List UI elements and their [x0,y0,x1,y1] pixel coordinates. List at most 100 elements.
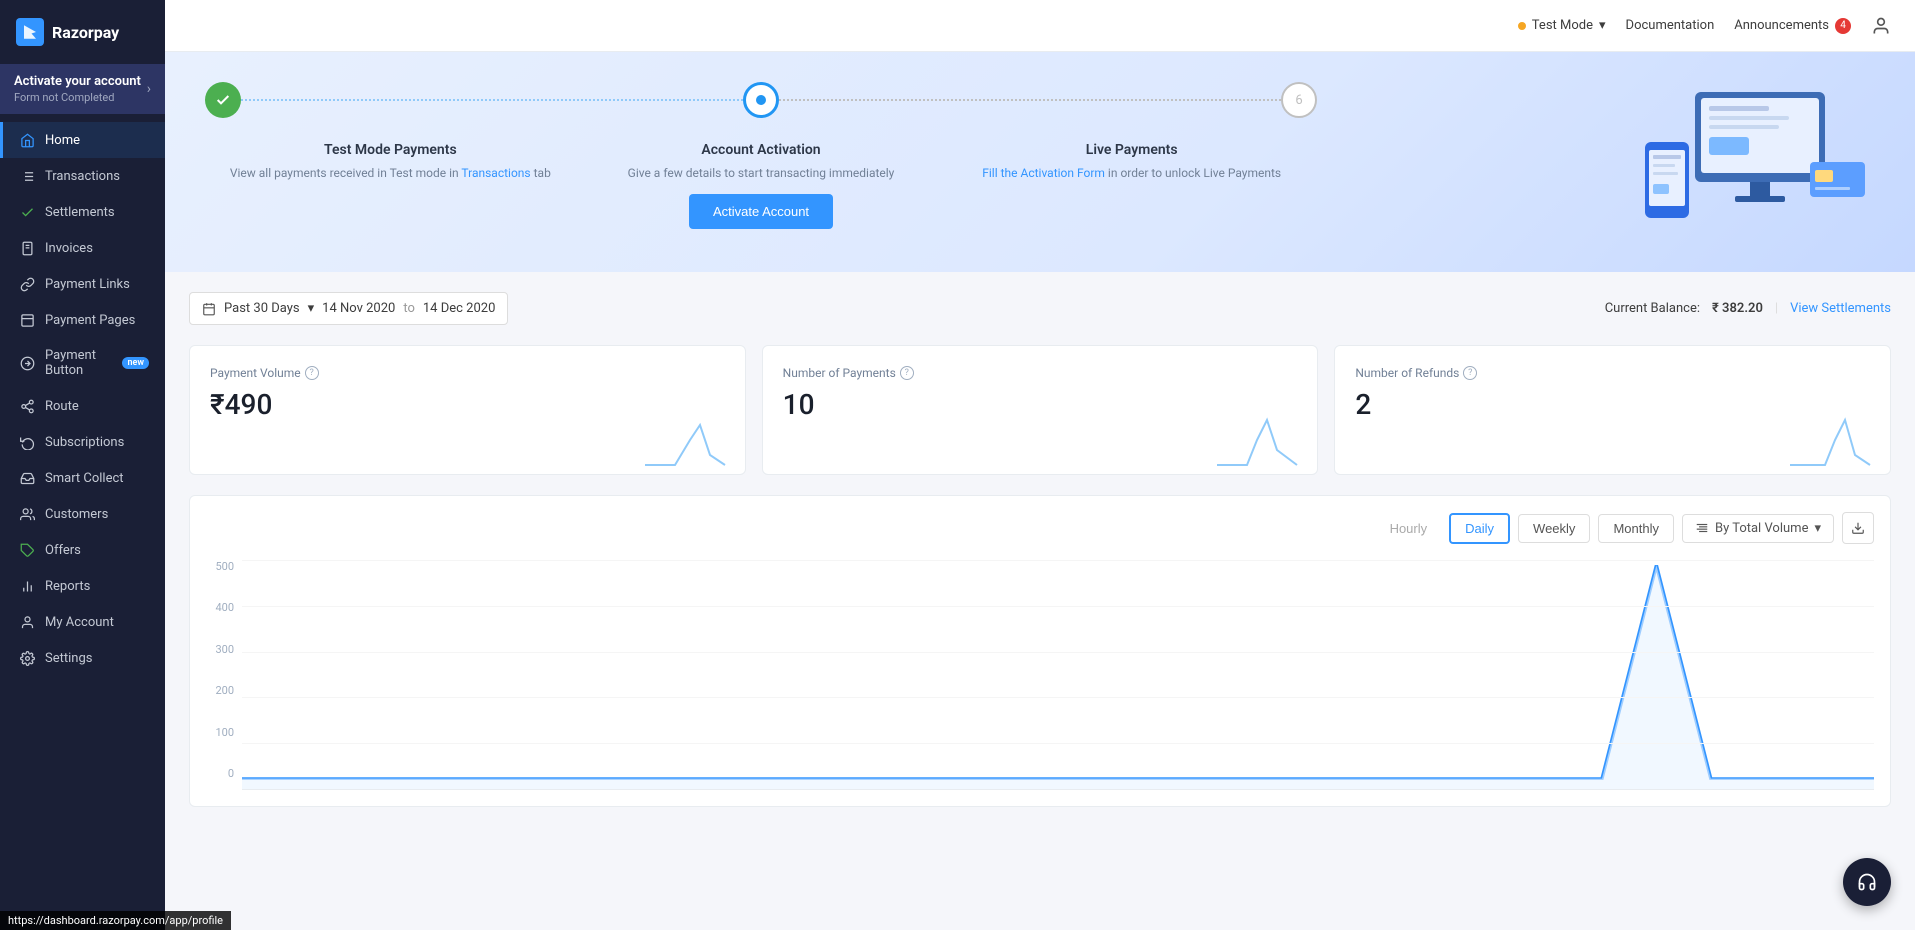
step3-title: Live Payments [946,142,1317,158]
activate-banner-arrow-icon: › [147,81,151,97]
home-icon [19,132,35,148]
download-button[interactable] [1842,512,1874,544]
activate-banner-title: Activate your account [14,74,141,89]
step3-description: Fill the Activation Form in order to unl… [946,164,1317,182]
chart-area [242,560,1874,790]
period-chevron: ▾ [308,301,315,316]
test-mode-label: Test Mode [1532,18,1593,33]
step1-description: View all payments received in Test mode … [205,164,576,182]
support-button[interactable] [1843,858,1891,906]
razorpay-logo-icon [16,18,44,46]
monthly-button[interactable]: Monthly [1598,514,1674,543]
sidebar-item-invoices-label: Invoices [45,241,93,256]
announcements-button[interactable]: Announcements 4 [1734,18,1851,34]
settings-icon [19,650,35,666]
status-bar: https://dashboard.razorpay.com/app/profi… [0,911,231,930]
test-mode-toggle[interactable]: Test Mode ▾ [1518,18,1606,33]
sidebar-item-smart-collect-label: Smart Collect [45,471,124,486]
sidebar-item-subscriptions-label: Subscriptions [45,435,124,450]
sidebar-item-customers[interactable]: Customers [0,496,165,532]
refunds-info-icon[interactable]: ? [1463,366,1477,380]
view-settlements-link[interactable]: View Settlements [1790,301,1891,316]
y-label-400: 400 [206,601,234,614]
sidebar-item-payment-pages[interactable]: Payment Pages [0,302,165,338]
topbar: Test Mode ▾ Documentation Announcements … [165,0,1915,52]
sidebar-item-home-label: Home [45,133,80,148]
sidebar-item-my-account[interactable]: My Account [0,604,165,640]
chart-svg [242,560,1874,789]
step1-title: Test Mode Payments [205,142,576,158]
sidebar: Razorpay Activate your account Form not … [0,0,165,930]
balance-info: Current Balance: ₹ 382.20 | View Settlem… [1605,301,1891,316]
sidebar-item-payment-links[interactable]: Payment Links [0,266,165,302]
sidebar-item-reports[interactable]: Reports [0,568,165,604]
invoices-icon [19,240,35,256]
number-of-payments-card: Number of Payments ? 10 [762,345,1319,475]
step3-label: Live Payments Fill the Activation Form i… [946,142,1317,229]
test-mode-chevron-icon: ▾ [1599,18,1606,33]
payments-info-icon[interactable]: ? [900,366,914,380]
hourly-button[interactable]: Hourly [1376,515,1442,542]
transactions-link[interactable]: Transactions [461,166,530,180]
download-icon [1851,521,1865,535]
step3-indicator: 6 [1281,82,1317,118]
payment-volume-mini-chart [645,410,725,474]
sidebar-item-settings[interactable]: Settings [0,640,165,676]
sidebar-item-route[interactable]: Route [0,388,165,424]
y-label-0: 0 [206,767,234,780]
sidebar-logo[interactable]: Razorpay [0,0,165,64]
date-filter[interactable]: Past 30 Days ▾ 14 Nov 2020 to 14 Dec 202… [189,292,508,325]
weekly-button[interactable]: Weekly [1518,514,1590,543]
smart-collect-icon [19,470,35,486]
chart-container: 500 400 300 200 100 0 [206,560,1874,790]
step1-indicator [205,82,241,118]
date-from: 14 Nov 2020 [322,301,395,316]
sidebar-item-transactions[interactable]: Transactions [0,158,165,194]
sidebar-item-smart-collect[interactable]: Smart Collect [0,460,165,496]
step2-title: Account Activation [576,142,947,158]
activate-account-button[interactable]: Activate Account [689,194,833,229]
step2-indicator [743,82,779,118]
content-area: 6 Test Mode Payments View all payments r… [165,52,1915,930]
user-icon [1871,16,1891,36]
reports-icon [19,578,35,594]
activate-banner[interactable]: Activate your account Form not Completed… [0,64,165,114]
daily-button[interactable]: Daily [1449,513,1510,544]
sidebar-item-settlements[interactable]: Settlements [0,194,165,230]
y-label-500: 500 [206,560,234,573]
step1-label: Test Mode Payments View all payments rec… [205,142,576,229]
sidebar-item-offers[interactable]: Offers [0,532,165,568]
calendar-icon [202,302,216,316]
transactions-icon [19,168,35,184]
activation-form-link[interactable]: Fill the Activation Form [982,166,1105,180]
date-to: 14 Dec 2020 [423,301,496,316]
sidebar-item-payment-button[interactable]: Payment Button new [0,338,165,388]
subscriptions-icon [19,434,35,450]
documentation-link[interactable]: Documentation [1626,18,1715,33]
sort-dropdown[interactable]: By Total Volume ▾ [1682,514,1834,543]
sidebar-item-home[interactable]: Home [0,122,165,158]
sidebar-item-offers-label: Offers [45,543,81,558]
payment-pages-icon [19,312,35,328]
test-mode-dot [1518,22,1526,30]
sidebar-item-transactions-label: Transactions [45,169,120,184]
payment-volume-card: Payment Volume ? ₹490 [189,345,746,475]
settlements-icon [19,204,35,220]
payment-volume-info-icon[interactable]: ? [305,366,319,380]
sidebar-item-payment-button-label: Payment Button [45,348,108,378]
announcements-badge: 4 [1835,18,1851,34]
main-chart-section: Hourly Daily Weekly Monthly By Total Vol… [189,495,1891,807]
refunds-mini-chart [1790,410,1870,474]
payment-button-badge: new [122,357,149,369]
sidebar-nav: Home Transactions Settlements [0,114,165,930]
illustration-svg [1615,82,1875,242]
user-menu[interactable] [1871,16,1891,36]
sidebar-item-customers-label: Customers [45,507,108,522]
chart-y-axis: 500 400 300 200 100 0 [206,560,242,790]
sidebar-item-payment-pages-label: Payment Pages [45,313,135,328]
sidebar-item-subscriptions[interactable]: Subscriptions [0,424,165,460]
dashboard-section: Past 30 Days ▾ 14 Nov 2020 to 14 Dec 202… [165,272,1915,827]
headphones-icon [1857,872,1877,892]
step2-description: Give a few details to start transacting … [576,164,947,182]
sidebar-item-invoices[interactable]: Invoices [0,230,165,266]
